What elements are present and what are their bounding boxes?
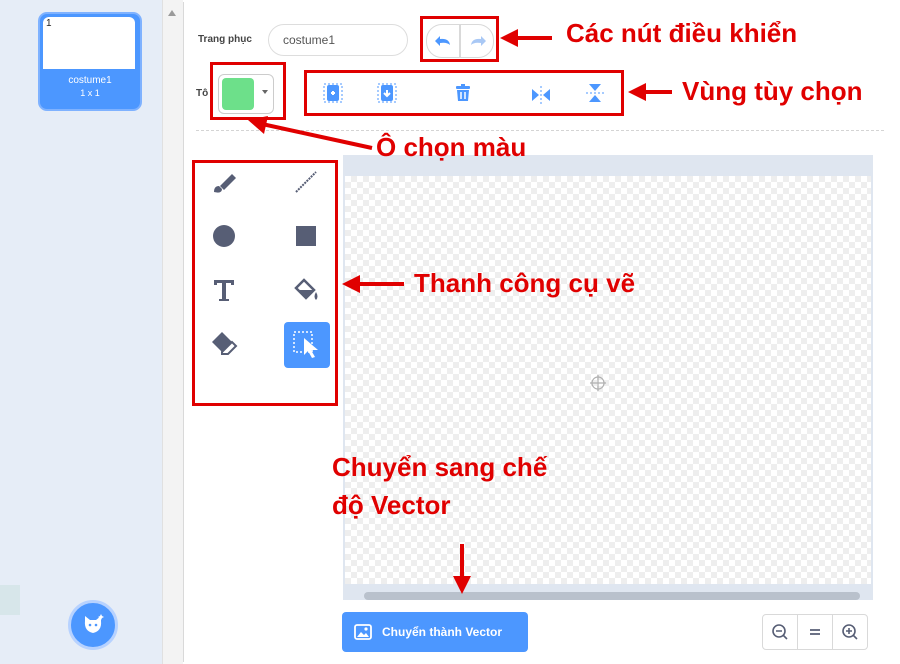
annotation-arrows — [248, 29, 672, 594]
